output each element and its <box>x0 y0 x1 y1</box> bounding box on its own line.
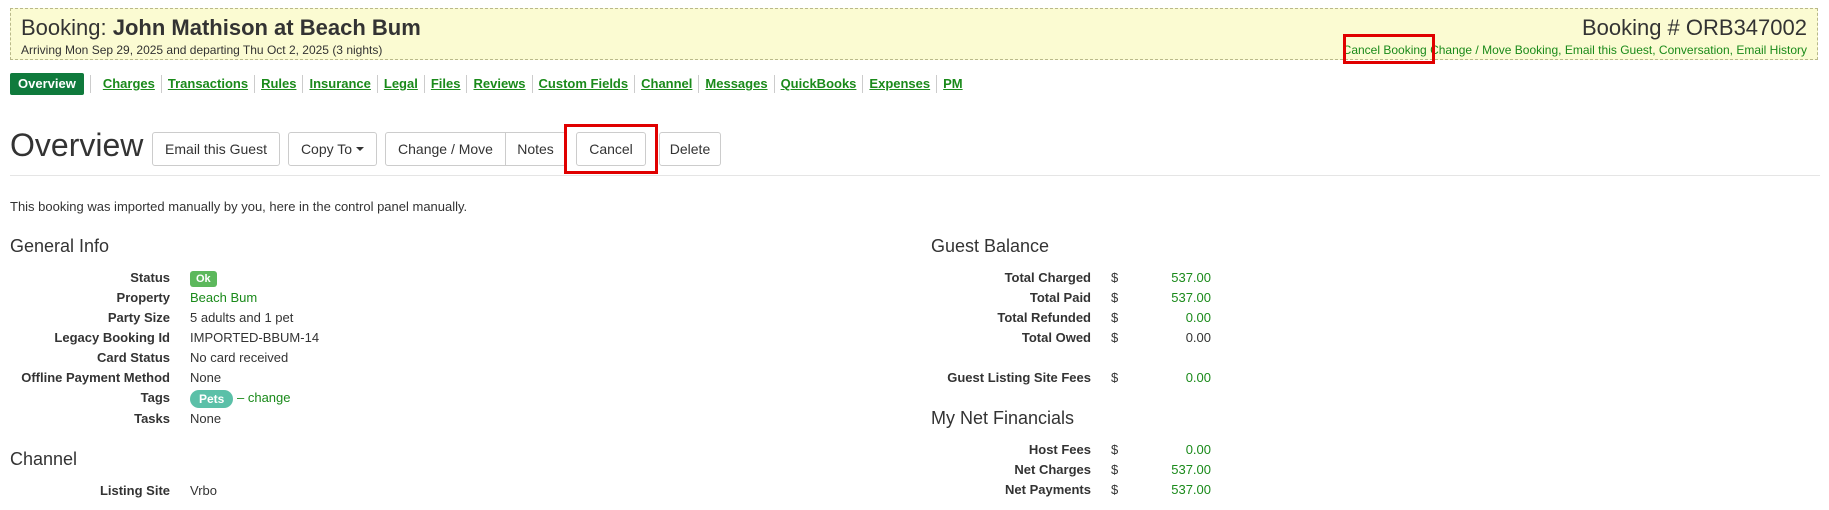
total-owed-amount: 0.00 <box>1185 330 1211 345</box>
legacy-id-value: IMPORTED-BBUM-14 <box>190 330 320 345</box>
listing-site-value: Vrbo <box>190 483 217 498</box>
copy-to-button[interactable]: Copy To <box>288 132 377 166</box>
property-link[interactable]: Beach Bum <box>190 290 257 305</box>
delete-button[interactable]: Delete <box>659 132 721 166</box>
offline-payment-label: Offline Payment Method <box>21 370 170 385</box>
tab-custom-fields[interactable]: Custom Fields <box>533 75 635 93</box>
tag-pets: Pets <box>190 389 234 408</box>
total-paid-label: Total Paid <box>1029 290 1091 305</box>
tab-transactions[interactable]: Transactions <box>162 75 254 93</box>
conversation-link[interactable]: Conversation <box>1659 43 1730 57</box>
tab-charges[interactable]: Charges <box>97 75 161 93</box>
guest-balance-heading: Guest Balance <box>931 236 1050 256</box>
listing-site-label: Listing Site <box>99 483 170 498</box>
page-title: Overview <box>10 127 144 163</box>
tab-rules[interactable]: Rules <box>255 75 302 93</box>
general-info-heading: General Info <box>10 236 110 256</box>
currency-symbol: $ <box>1111 270 1119 285</box>
property-label: Property <box>116 290 170 305</box>
booking-tabs: Overview Charges Transactions Rules Insu… <box>10 73 969 95</box>
legacy-id-label: Legacy Booking Id <box>54 330 170 345</box>
tasks-value: None <box>190 411 222 426</box>
status-label: Status <box>130 270 170 285</box>
booking-dates: Arriving Mon Sep 29, 2025 and departing … <box>21 43 383 57</box>
booking-number: Booking # ORB347002 <box>1581 15 1807 40</box>
tags-label: Tags <box>140 390 170 405</box>
tab-legal[interactable]: Legal <box>378 75 424 93</box>
card-status-value: No card received <box>190 350 289 365</box>
tab-insurance[interactable]: Insurance <box>303 75 376 93</box>
highlight-cancel-booking <box>1343 34 1435 64</box>
currency-symbol: $ <box>1111 290 1119 305</box>
tab-quickbooks[interactable]: QuickBooks <box>775 75 863 93</box>
offline-payment-value: None <box>190 370 222 385</box>
currency-symbol: $ <box>1111 482 1119 497</box>
booking-title: Booking: John Mathison at Beach Bum <box>21 15 421 40</box>
change-move-booking-link[interactable]: Change / Move Booking <box>1430 43 1558 57</box>
tab-reviews[interactable]: Reviews <box>467 75 531 93</box>
tab-channel[interactable]: Channel <box>635 75 698 93</box>
tasks-label: Tasks <box>134 411 170 426</box>
tab-overview[interactable]: Overview <box>10 73 84 95</box>
net-payments-amount: 537.00 <box>1171 482 1211 497</box>
currency-symbol: $ <box>1111 310 1119 325</box>
total-refunded-amount: 0.00 <box>1185 310 1211 325</box>
host-fees-label: Host Fees <box>1028 442 1091 457</box>
card-status-label: Card Status <box>97 350 170 365</box>
change-move-button[interactable]: Change / Move <box>385 132 506 166</box>
booking-name: John Mathison at Beach Bum <box>112 15 421 40</box>
tab-messages[interactable]: Messages <box>699 75 773 93</box>
divider <box>10 175 1820 176</box>
guest-listing-fees-label: Guest Listing Site Fees <box>947 370 1091 385</box>
total-charged-label: Total Charged <box>1004 270 1091 285</box>
channel-heading: Channel <box>10 449 78 469</box>
net-financials-heading: My Net Financials <box>931 408 1075 428</box>
notes-button[interactable]: Notes <box>506 132 566 166</box>
party-size-label: Party Size <box>107 310 170 325</box>
total-owed-label: Total Owed <box>1021 330 1091 345</box>
tab-expenses[interactable]: Expenses <box>863 75 936 93</box>
currency-symbol: $ <box>1111 370 1119 385</box>
import-note: This booking was imported manually by yo… <box>10 199 468 214</box>
email-guest-link[interactable]: Email this Guest <box>1565 43 1652 57</box>
guest-listing-fees-amount: 0.00 <box>1185 370 1211 385</box>
host-fees-amount: 0.00 <box>1185 442 1211 457</box>
party-size-value: 5 adults and 1 pet <box>190 310 294 325</box>
net-charges-label: Net Charges <box>1014 462 1091 477</box>
status-badge: Ok <box>190 270 217 287</box>
tab-pm[interactable]: PM <box>937 75 969 93</box>
tab-files[interactable]: Files <box>425 75 467 93</box>
caret-down-icon <box>356 147 365 151</box>
currency-symbol: $ <box>1111 462 1119 477</box>
currency-symbol: $ <box>1111 442 1119 457</box>
total-paid-amount: 537.00 <box>1171 290 1211 305</box>
net-charges-amount: 537.00 <box>1171 462 1211 477</box>
change-tags-link[interactable]: change <box>248 390 291 405</box>
email-guest-button[interactable]: Email this Guest <box>152 132 280 166</box>
total-refunded-label: Total Refunded <box>997 310 1091 325</box>
currency-symbol: $ <box>1111 330 1119 345</box>
email-history-link[interactable]: Email History <box>1736 43 1807 57</box>
net-payments-label: Net Payments <box>1005 482 1091 497</box>
booking-header: Booking: John Mathison at Beach Bum Arri… <box>10 8 1818 60</box>
total-charged-amount: 537.00 <box>1171 270 1211 285</box>
highlight-cancel-button <box>564 124 658 174</box>
